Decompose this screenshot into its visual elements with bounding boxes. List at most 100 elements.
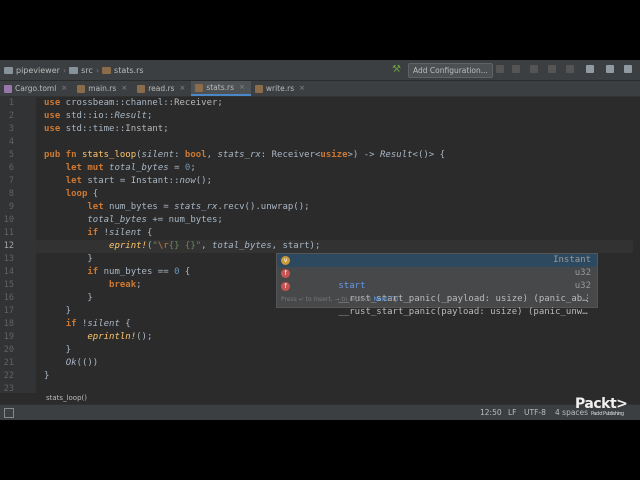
line-number: 17 — [3, 306, 14, 316]
completion-type: u32 — [574, 268, 591, 278]
code-line: if !silent { — [87, 228, 153, 238]
line-number: 16 — [3, 293, 14, 303]
tool-windows-icon[interactable] — [4, 408, 14, 418]
line-number: 8 — [8, 189, 14, 199]
coverage-icon[interactable] — [530, 65, 538, 73]
tab-write-rs[interactable]: write.rs × — [251, 81, 311, 96]
editor-tabs: Cargo.toml × main.rs × read.rs × stats.r… — [0, 81, 640, 97]
close-icon[interactable]: × — [61, 81, 67, 96]
next-tip-link[interactable]: Next Tip — [373, 296, 398, 303]
run-configuration-dropdown[interactable]: Add Configuration... — [408, 63, 493, 78]
line-number: 3 — [8, 124, 14, 134]
line-number: 9 — [8, 202, 14, 212]
logo-text: Packt> — [575, 396, 628, 412]
code-line: total_bytes += num_bytes; — [87, 215, 223, 225]
code-line: if !silent { — [65, 319, 131, 329]
line-number: 4 — [8, 137, 14, 147]
completion-type: Instant — [553, 255, 591, 265]
breadcrumb-folder[interactable]: src — [81, 66, 93, 75]
tab-label: write.rs — [265, 84, 295, 93]
code-line: use std::time::Instant; — [44, 124, 169, 134]
line-number: 21 — [3, 358, 14, 368]
function-icon: f — [281, 282, 290, 291]
function-icon: f — [281, 269, 290, 278]
close-icon[interactable]: × — [179, 81, 185, 96]
variable-icon: v — [281, 256, 290, 265]
code-line: eprintln!(); — [87, 332, 153, 342]
line-number: 7 — [8, 176, 14, 186]
completion-item[interactable]: f __rust_start_panic(payload: usize) (pa… — [277, 280, 597, 317]
code-line: let mut total_bytes = 0; — [65, 163, 196, 173]
line-number: 11 — [3, 228, 14, 238]
line-number-gutter: 1 2 3 4 5 6 7 8 9 10 11 12 13 14 15 16 1… — [0, 97, 36, 420]
code-line: eprint!("\r{} {}", total_bytes, start); — [109, 241, 321, 251]
close-icon[interactable]: × — [121, 81, 127, 96]
close-icon[interactable]: × — [239, 80, 245, 95]
status-bar: 12:50 LF UTF-8 4 spaces — [0, 404, 640, 420]
line-number: 20 — [3, 345, 14, 355]
completion-type: u32 — [574, 281, 591, 291]
function-breadcrumb[interactable]: stats_loop() — [46, 394, 87, 402]
editor-scrollbar[interactable] — [633, 97, 640, 393]
tab-main-rs[interactable]: main.rs × — [73, 81, 133, 96]
code-line: use crossbeam::channel::Receiver; — [44, 98, 223, 108]
rust-file-icon — [77, 84, 86, 93]
tab-cargo-toml[interactable]: Cargo.toml × — [0, 81, 73, 96]
completion-item[interactable]: f __rust_start_panic(_payload: usize) (p… — [277, 267, 597, 304]
folder-icon — [69, 66, 79, 74]
close-icon[interactable]: × — [299, 81, 305, 96]
run-icon[interactable] — [496, 65, 504, 73]
tab-read-rs[interactable]: read.rs × — [133, 81, 191, 96]
rust-file-icon — [137, 84, 146, 93]
autocomplete-popup[interactable]: v start Instant f __rust_start_panic(_pa… — [276, 253, 598, 317]
completion-hint: Press ↵ to insert, → to replace Next Tip… — [277, 293, 597, 306]
folder-icon — [4, 66, 13, 74]
code-line: let num_bytes = stats_rx.recv().unwrap()… — [87, 202, 310, 212]
code-line: } — [44, 371, 50, 381]
line-number: 2 — [8, 111, 14, 121]
line-number: 13 — [3, 254, 14, 264]
code-line: Ok(()) — [65, 358, 99, 368]
breadcrumb: pipeviewer › src › stats.rs — [4, 66, 144, 75]
line-number: 15 — [3, 280, 14, 290]
line-number: 12 — [3, 241, 14, 251]
toml-file-icon — [4, 84, 12, 93]
line-separator[interactable]: LF — [508, 408, 517, 417]
profile-icon[interactable] — [548, 65, 556, 73]
breadcrumb-separator: › — [62, 65, 67, 75]
breadcrumb-project[interactable]: pipeviewer — [16, 66, 60, 75]
logo-subtitle: Packt Publishing — [591, 411, 624, 417]
tab-label: main.rs — [88, 84, 117, 93]
cursor-position[interactable]: 12:50 — [480, 408, 502, 417]
rust-file-icon — [195, 83, 204, 92]
project-structure-icon[interactable] — [586, 65, 594, 73]
tab-stats-rs[interactable]: stats.rs × — [191, 81, 251, 96]
tab-label: Cargo.toml — [15, 84, 57, 93]
search-everywhere-icon[interactable] — [624, 65, 632, 73]
function-breadcrumb-bar: stats_loop() — [0, 393, 640, 404]
layout-icon[interactable] — [606, 65, 614, 73]
code-line: loop { — [65, 189, 99, 199]
code-lines: use crossbeam::channel::Receiver; use st… — [44, 97, 445, 396]
navigation-bar: pipeviewer › src › stats.rs ⚒ Add Config… — [0, 60, 640, 81]
line-number: 5 — [8, 150, 14, 160]
debug-icon[interactable] — [512, 65, 520, 73]
line-number: 1 — [8, 98, 14, 108]
file-encoding[interactable]: UTF-8 — [524, 408, 546, 417]
code-line: pub fn stats_loop(silent: bool, stats_rx… — [44, 150, 446, 160]
completion-item[interactable]: v start Instant — [277, 254, 597, 291]
build-hammer-icon[interactable]: ⚒ — [392, 64, 401, 75]
breadcrumb-file[interactable]: stats.rs — [114, 66, 144, 75]
packt-logo: Packt> Packt Publishing — [575, 396, 628, 417]
code-editor[interactable]: 1 2 3 4 5 6 7 8 9 10 11 12 13 14 15 16 1… — [0, 97, 640, 420]
code-line: } — [44, 345, 72, 355]
more-options-icon[interactable]: ⋮ — [583, 293, 592, 306]
completion-hint-text: Press ↵ to insert, → to replace — [281, 296, 372, 303]
tab-label: read.rs — [148, 84, 175, 93]
rust-file-icon — [254, 84, 263, 93]
code-line: let start = Instant::now(); — [65, 176, 213, 186]
line-number: 18 — [3, 319, 14, 329]
stop-icon[interactable] — [566, 65, 574, 73]
line-number: 22 — [3, 371, 14, 381]
line-number: 19 — [3, 332, 14, 342]
